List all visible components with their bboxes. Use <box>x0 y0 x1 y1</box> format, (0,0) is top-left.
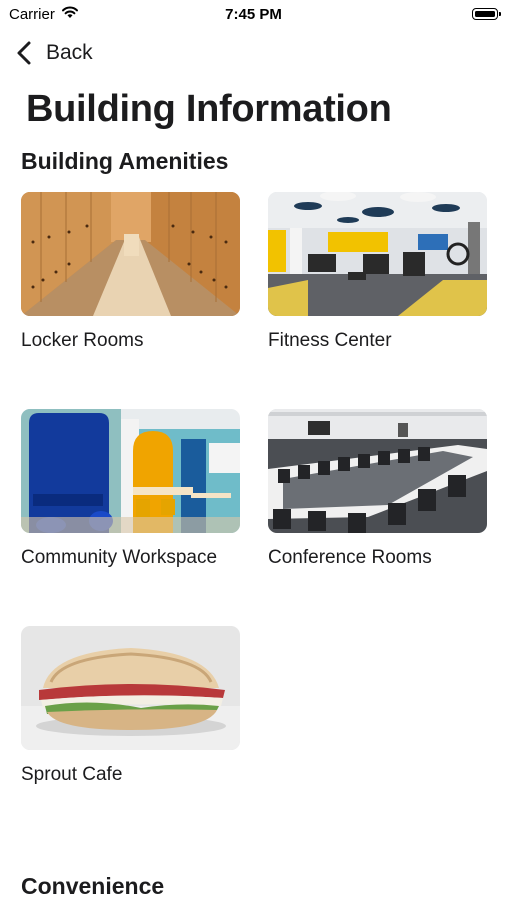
clock: 7:45 PM <box>225 6 282 23</box>
amenity-card-conference-rooms[interactable]: Conference Rooms <box>268 409 487 569</box>
chevron-left-icon <box>17 41 31 65</box>
section-title-convenience: Convenience <box>21 873 165 899</box>
amenity-card-sprout-cafe[interactable]: Sprout Cafe <box>21 626 240 786</box>
amenity-label: Fitness Center <box>268 330 392 351</box>
battery-icon <box>472 8 501 20</box>
section-title-building-amenities: Building Amenities <box>21 148 229 174</box>
page-title: Building Information <box>26 88 392 130</box>
locker-rooms-photo <box>21 192 240 316</box>
amenity-label: Locker Rooms <box>21 330 144 351</box>
amenity-card-community-workspace[interactable]: Community Workspace <box>21 409 240 569</box>
amenity-card-locker-rooms[interactable]: Locker Rooms <box>21 192 240 352</box>
amenity-label: Conference Rooms <box>268 547 432 568</box>
fitness-center-photo <box>268 192 487 316</box>
back-label: Back <box>46 41 93 64</box>
conference-rooms-photo <box>268 409 487 533</box>
amenity-label: Community Workspace <box>21 547 218 568</box>
amenity-card-fitness-center[interactable]: Fitness Center <box>268 192 487 352</box>
community-workspace-photo <box>21 409 240 533</box>
status-bar: Carrier 7:45 PM <box>0 0 507 28</box>
back-button[interactable]: Back <box>14 38 93 68</box>
amenity-label: Sprout Cafe <box>21 764 123 785</box>
sprout-cafe-photo <box>21 626 240 750</box>
